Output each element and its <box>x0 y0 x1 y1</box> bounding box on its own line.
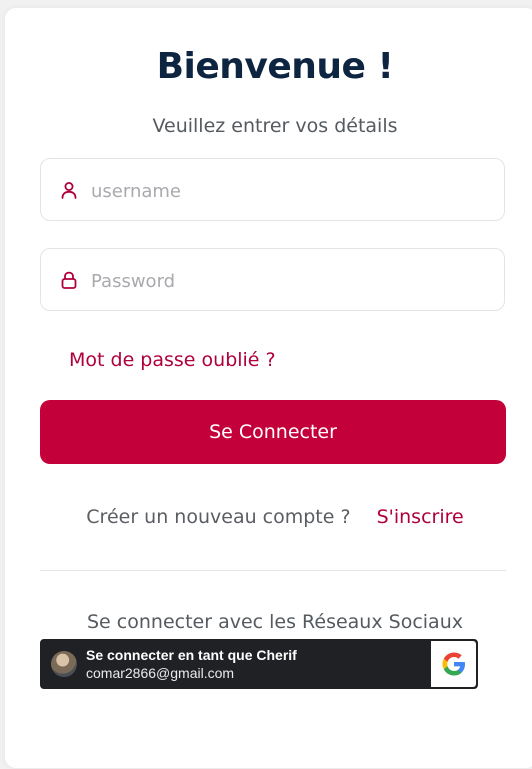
user-icon <box>59 180 79 200</box>
username-input[interactable] <box>89 171 493 211</box>
social-login-label: Se connecter avec les Réseaux Sociaux <box>87 611 463 633</box>
username-field[interactable] <box>40 158 505 221</box>
register-question: Créer un nouveau compte ? <box>86 506 351 528</box>
lock-icon <box>59 270 79 290</box>
login-card: Bienvenue ! Veuillez entrer vos détails … <box>4 7 532 769</box>
password-field[interactable] <box>40 248 505 311</box>
register-row: Créer un nouveau compte ? S'inscrire <box>5 506 532 528</box>
google-g-icon <box>442 652 465 676</box>
login-button[interactable]: Se Connecter <box>40 400 506 464</box>
divider <box>40 570 506 571</box>
forgot-password-link[interactable]: Mot de passe oublié ? <box>69 349 276 371</box>
register-link[interactable]: S'inscrire <box>377 506 464 528</box>
password-input[interactable] <box>89 261 493 301</box>
page-title: Bienvenue ! <box>156 46 394 87</box>
google-account-name: Se connecter en tant que Cherif <box>86 647 297 663</box>
google-account-email: comar2866@gmail.com <box>86 665 235 681</box>
google-logo-box <box>431 641 476 687</box>
google-signin-button[interactable]: Se connecter en tant que Cherif comar286… <box>40 639 478 689</box>
avatar <box>51 651 77 677</box>
page-subtitle: Veuillez entrer vos détails <box>152 115 398 137</box>
